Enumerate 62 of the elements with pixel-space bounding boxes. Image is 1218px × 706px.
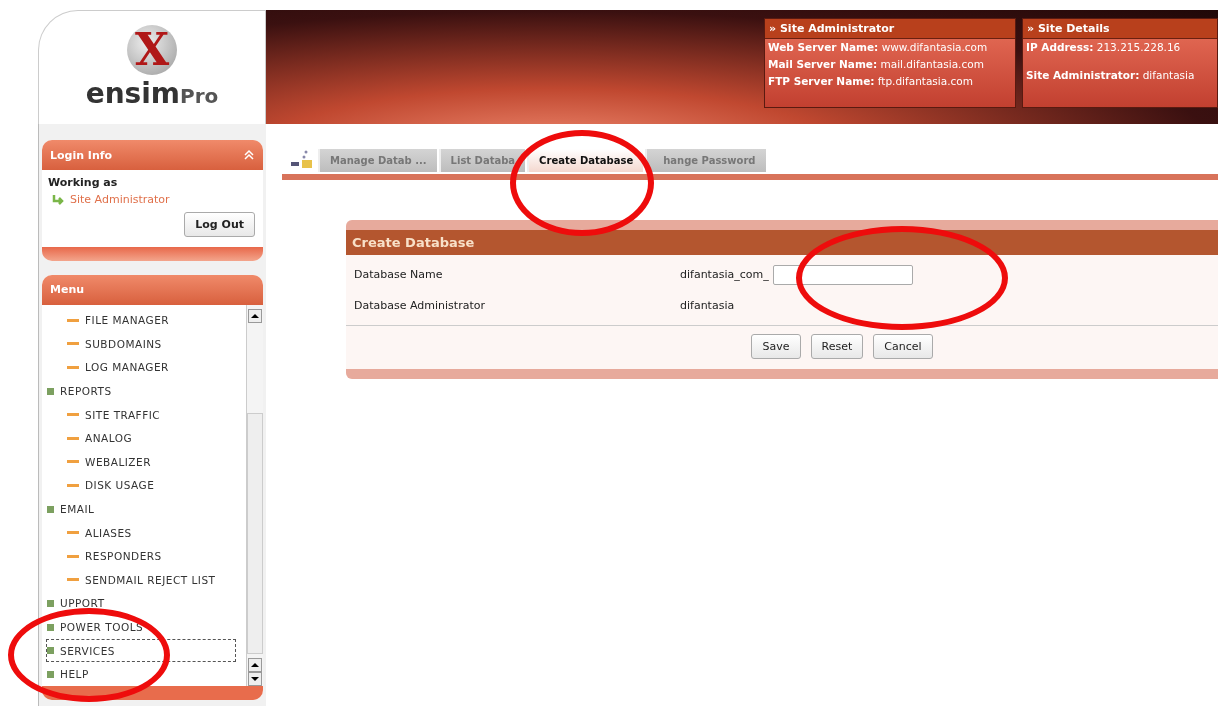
form-button[interactable]: Cancel — [873, 334, 933, 359]
menu-item[interactable]: SERVICES — [46, 638, 236, 663]
form-header: Create Database — [346, 230, 1218, 255]
dash-icon — [67, 366, 79, 369]
panel-title: » Site Administrator — [765, 19, 1015, 39]
square-icon — [47, 647, 54, 655]
dash-icon — [67, 531, 79, 535]
menu-item[interactable]: FILE MANAGER — [46, 308, 236, 333]
panel-title: Login Info — [50, 148, 113, 162]
arrow-icon — [52, 193, 66, 206]
info-field: IP Address: 213.215.228.16 — [1026, 41, 1214, 53]
field-label: Database Name — [354, 268, 444, 281]
form-button[interactable]: Save — [751, 334, 801, 359]
menu-item[interactable]: SENDMAIL REJECT LIST — [46, 568, 236, 592]
database-name-field[interactable] — [772, 264, 913, 285]
square-icon — [47, 505, 54, 513]
menu-item[interactable]: DISK USAGE — [46, 473, 236, 498]
info-field: Web Server Name: www.difantasia.com — [768, 41, 1012, 53]
dash-icon — [67, 436, 79, 440]
menu-item[interactable]: REPORTS — [46, 379, 236, 403]
menu-item[interactable]: ALIASES — [46, 520, 236, 545]
field-value: difantasia — [680, 299, 735, 312]
panel-title: » Site Details — [1023, 19, 1217, 39]
menu-item[interactable]: ANALOG — [46, 426, 236, 451]
panel-title: Menu — [50, 283, 85, 297]
tab[interactable]: Create Database — [527, 149, 644, 172]
dash-icon — [67, 483, 79, 487]
info-field: Site Administrator: difantasia — [1026, 69, 1214, 81]
square-icon — [47, 670, 54, 678]
dash-icon — [67, 342, 79, 346]
info-field: FTP Server Name: ftp.difantasia.com — [768, 75, 1012, 87]
menu-item[interactable]: RESPONDERS — [46, 544, 236, 569]
logout-button[interactable]: Log Out — [184, 212, 255, 237]
menu-item[interactable]: POWER TOOLS — [46, 615, 236, 639]
menu-item[interactable]: SUBDOMAINS — [46, 332, 236, 356]
square-icon — [47, 387, 54, 395]
square-icon — [47, 599, 54, 607]
menu-item[interactable]: HELP — [46, 662, 236, 686]
dash-icon — [67, 318, 79, 322]
scroll-up-icon[interactable] — [248, 658, 262, 672]
square-icon — [47, 623, 54, 631]
dash-icon — [67, 554, 79, 558]
dash-icon — [67, 578, 79, 582]
scroll-up-icon[interactable] — [248, 308, 262, 323]
menu-item[interactable]: SITE TRAFFIC — [46, 402, 236, 427]
logo-text: ensimPro — [85, 77, 219, 110]
scrollbar[interactable] — [246, 304, 263, 686]
info-field: Mail Server Name: mail.difantasia.com — [768, 58, 1012, 70]
scroll-down-icon[interactable] — [248, 672, 262, 686]
collapse-icon[interactable] — [243, 149, 255, 161]
working-as-label: Working as — [48, 176, 119, 189]
menu-item[interactable]: UPPORT — [46, 591, 236, 616]
dash-icon — [67, 460, 79, 464]
field-label: Database Administrator — [354, 299, 486, 312]
menu-item[interactable]: EMAIL — [46, 497, 236, 521]
dash-icon — [67, 413, 79, 417]
menu-item[interactable]: WEBALIZER — [46, 450, 236, 474]
scroll-thumb[interactable] — [247, 412, 263, 654]
name-prefix: difantasia_com_ — [680, 268, 769, 281]
logo-mark: X — [127, 25, 177, 75]
form-button[interactable]: Reset — [810, 334, 864, 359]
menu-item[interactable]: LOG MANAGER — [46, 355, 236, 380]
